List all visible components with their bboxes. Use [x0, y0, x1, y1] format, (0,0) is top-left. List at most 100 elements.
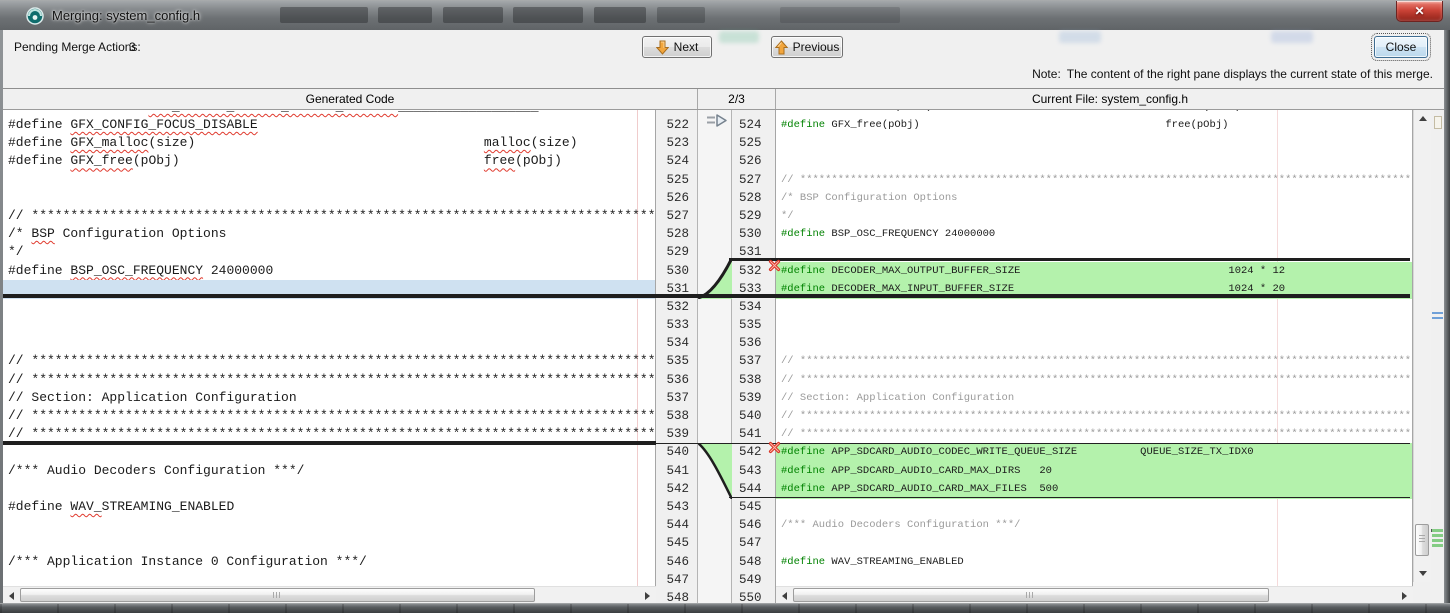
scrollbar-thumb[interactable]: [793, 588, 1269, 602]
merge-dialog-window: Merging: system_config.h ✕ Pending Merge…: [0, 0, 1450, 613]
scroll-up-arrow[interactable]: [1414, 110, 1431, 127]
code-line: [3, 480, 655, 499]
code-line: [3, 298, 655, 317]
left-horizontal-scrollbar[interactable]: [3, 586, 656, 603]
diff-connector-strip: [698, 110, 732, 603]
line-number: 542: [739, 443, 762, 462]
line-number: 544: [666, 516, 689, 535]
line-number: 545: [739, 498, 762, 517]
left-pane-header: Generated Code: [3, 89, 698, 109]
line-number: 530: [666, 262, 689, 281]
code-line: #define WAV_STREAMING_ENABLED: [776, 553, 1412, 572]
line-number: 548: [666, 589, 689, 603]
diff-mark-green[interactable]: [1432, 529, 1443, 532]
vertical-scrollbar[interactable]: [1413, 110, 1431, 582]
code-line: [776, 498, 1412, 517]
scrollbar-thumb[interactable]: [20, 588, 535, 602]
code-line: #define BSP_OSC_FREQUENCY 24000000: [3, 262, 655, 281]
line-number: 543: [739, 462, 762, 481]
background-window-ghost: [443, 7, 503, 23]
close-button[interactable]: Close: [1374, 36, 1428, 58]
dialog-client-area: Pending Merge Actions: 3 Next Previous C…: [3, 30, 1444, 603]
line-number: 538: [739, 371, 762, 390]
diff-wedge-2: [698, 443, 732, 499]
up-arrow-icon: [775, 40, 788, 55]
line-number: 549: [739, 571, 762, 590]
code-line: [3, 316, 655, 335]
code-line: */: [776, 207, 1412, 226]
code-line: // Section: Application Configuration: [776, 389, 1412, 408]
scroll-right-arrow[interactable]: [639, 587, 656, 604]
code-line: [3, 571, 655, 586]
previous-button-label: Previous: [793, 40, 840, 54]
code-line: #define APP_SDCARD_AUDIO_CODEC_WRITE_QUE…: [776, 443, 1412, 462]
diff-mark-blue[interactable]: [1432, 312, 1443, 315]
window-close-button[interactable]: ✕: [1396, 1, 1443, 22]
line-number: 548: [739, 553, 762, 572]
code-line: #define DECODER_MAX_OUTPUT_BUFFER_SIZE 1…: [776, 262, 1412, 281]
title-bar[interactable]: Merging: system_config.h ✕: [0, 0, 1450, 30]
code-line: [776, 298, 1412, 317]
line-number: 541: [666, 462, 689, 481]
line-number: 532: [666, 298, 689, 317]
line-number: 539: [739, 389, 762, 408]
code-line: #define GFX_CONFIG_FOCUS_DISABLE: [3, 116, 655, 135]
diff-mark-blue[interactable]: [1432, 317, 1443, 320]
code-line: [3, 516, 655, 535]
pending-merge-actions-count: 3: [129, 40, 136, 54]
line-number: 527: [666, 207, 689, 226]
code-line: /* BSP Configuration Options: [776, 189, 1412, 208]
close-button-label: Close: [1386, 40, 1417, 54]
next-button-label: Next: [674, 40, 699, 54]
diff-mark-green[interactable]: [1432, 539, 1443, 542]
note-body: The content of the right pane displays t…: [1067, 67, 1433, 81]
code-line: // *************************************…: [3, 207, 655, 226]
code-line: [776, 571, 1412, 586]
line-number: 522: [666, 116, 689, 135]
line-number: 535: [739, 316, 762, 335]
remove-change-icon[interactable]: [768, 259, 781, 272]
line-number: 542: [666, 480, 689, 499]
line-number: 540: [739, 407, 762, 426]
diff-mark-green[interactable]: [1432, 534, 1443, 537]
line-number: 525: [739, 134, 762, 153]
scroll-left-arrow[interactable]: [776, 587, 793, 604]
line-number: 524: [739, 116, 762, 135]
line-number: 528: [739, 189, 762, 208]
code-line: #define APP_SDCARD_AUDIO_CARD_MAX_DIRS 2…: [776, 462, 1412, 481]
code-line: [776, 134, 1412, 153]
line-number: 530: [739, 225, 762, 244]
window-frame-bottom: [0, 603, 1450, 613]
code-line: // *************************************…: [3, 371, 655, 390]
generated-code-pane[interactable]: GFX_CONFIG_DOUBLE_BUFFER_DISABLE________…: [3, 110, 656, 586]
background-window-ghost: [280, 7, 368, 23]
line-number: 550: [739, 589, 762, 603]
line-number: 534: [739, 298, 762, 317]
scrollbar-thumb[interactable]: [1415, 524, 1429, 556]
code-line: /*** Audio Decoders Configuration ***/: [3, 462, 655, 481]
merge-divider-1: [3, 294, 1410, 298]
right-horizontal-scrollbar[interactable]: [776, 586, 1413, 603]
glass-reflection: [719, 31, 759, 43]
line-number: 526: [739, 152, 762, 171]
goto-next-difference-icon[interactable]: [705, 113, 729, 128]
scroll-left-arrow[interactable]: [3, 587, 20, 604]
line-number: 547: [739, 534, 762, 553]
scroll-right-arrow[interactable]: [1396, 587, 1413, 604]
diff-body: GFX_CONFIG_DOUBLE_BUFFER_DISABLE________…: [3, 110, 1444, 603]
scroll-down-arrow[interactable]: [1414, 565, 1431, 582]
diff-mark-green[interactable]: [1432, 544, 1443, 547]
line-number: 537: [739, 352, 762, 371]
error-stripe[interactable]: [1431, 110, 1444, 603]
line-number: 545: [666, 534, 689, 553]
remove-change-icon[interactable]: [768, 441, 781, 454]
line-number: 547: [666, 571, 689, 590]
line-number: 525: [666, 171, 689, 190]
diff-counter: 2/3: [698, 89, 776, 109]
next-button[interactable]: Next: [642, 36, 712, 58]
current-file-pane[interactable]: #define GFX_malloc(size) malloc(size)#de…: [776, 110, 1413, 586]
code-line: // *************************************…: [3, 352, 655, 371]
line-number: 528: [666, 225, 689, 244]
harmony-app-icon: [26, 7, 44, 25]
previous-button[interactable]: Previous: [771, 36, 843, 58]
